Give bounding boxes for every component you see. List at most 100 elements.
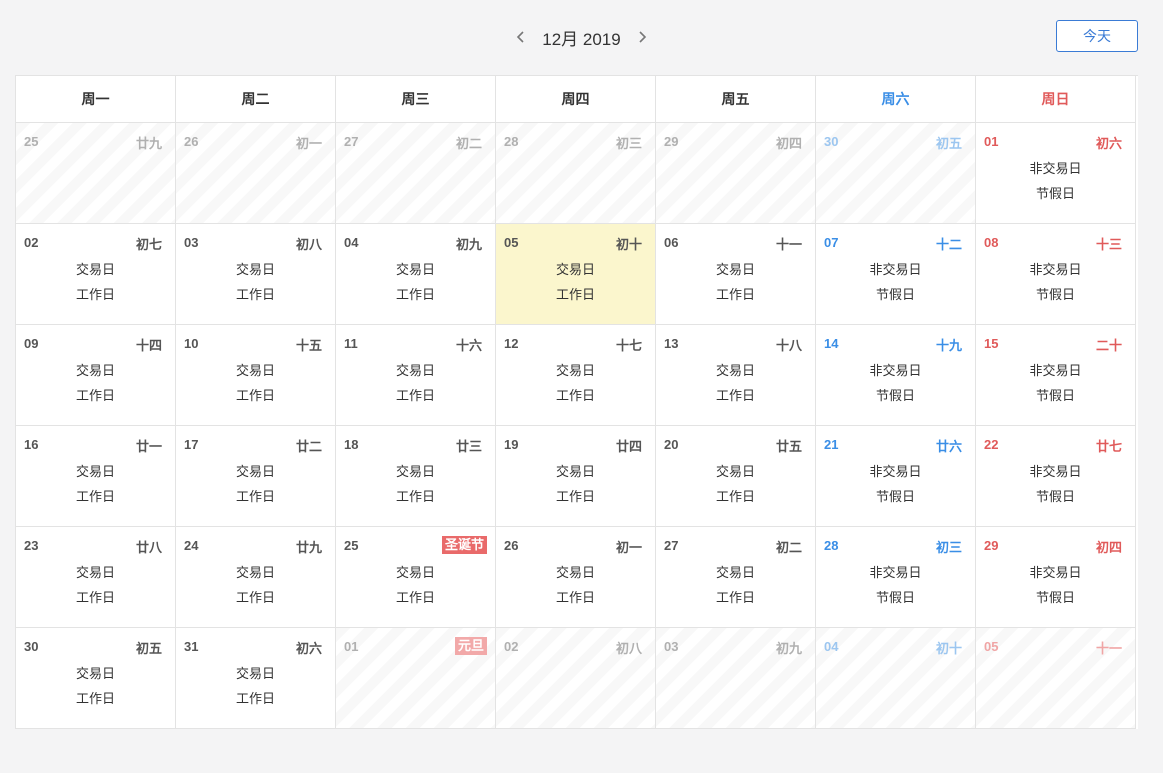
trading-status: 非交易日	[869, 565, 922, 580]
day-cell[interactable]: 08 十三 非交易日 节假日	[976, 224, 1136, 325]
lunar-date: 十二	[935, 237, 962, 252]
lunar-date: 廿三	[455, 439, 482, 454]
today-button[interactable]: 今天	[1056, 20, 1138, 52]
day-number: 16	[24, 437, 39, 452]
day-cell[interactable]: 30 初五	[816, 123, 976, 224]
day-cell[interactable]: 30 初五 交易日 工作日	[16, 628, 176, 729]
chevron-right-icon	[639, 31, 646, 43]
day-cell[interactable]: 07 十二 非交易日 节假日	[816, 224, 976, 325]
lunar-date: 廿九	[135, 136, 162, 151]
day-cell[interactable]: 02 初七 交易日 工作日	[16, 224, 176, 325]
day-cell[interactable]: 05 十一	[976, 628, 1136, 729]
day-number: 25	[24, 134, 39, 149]
week-row: 09 十四 交易日 工作日 10 十五 交易日 工作日 11 十六 交易日 工作日 12 十七 交易日 工作日…	[16, 325, 1138, 426]
day-cell[interactable]: 02 初八	[496, 628, 656, 729]
weekday-header: 周四	[496, 76, 656, 123]
day-cell[interactable]: 29 初四 非交易日 节假日	[976, 527, 1136, 628]
workday-status: 节假日	[1035, 590, 1075, 605]
day-cell[interactable]: 29 初四	[656, 123, 816, 224]
day-number: 26	[504, 538, 519, 553]
day-cell[interactable]: 16 廿一 交易日 工作日	[16, 426, 176, 527]
trading-status: 交易日	[395, 363, 435, 378]
trading-status: 交易日	[235, 363, 275, 378]
workday-status: 工作日	[235, 590, 275, 605]
trading-status: 交易日	[555, 565, 595, 580]
day-cell[interactable]: 06 十一 交易日 工作日	[656, 224, 816, 325]
workday-status: 节假日	[875, 590, 915, 605]
day-cell[interactable]: 22 廿七 非交易日 节假日	[976, 426, 1136, 527]
day-cell[interactable]: 12 十七 交易日 工作日	[496, 325, 656, 426]
day-cell[interactable]: 04 初十	[816, 628, 976, 729]
day-cell[interactable]: 17 廿二 交易日 工作日	[176, 426, 336, 527]
day-cell[interactable]: 26 初一 交易日 工作日	[496, 527, 656, 628]
prev-month-button[interactable]	[510, 26, 532, 48]
day-cell[interactable]: 20 廿五 交易日 工作日	[656, 426, 816, 527]
workday-status: 工作日	[395, 489, 435, 504]
day-cell[interactable]: 09 十四 交易日 工作日	[16, 325, 176, 426]
weekday-header-row: 周一 周二 周三 周四 周五 周六 周日	[16, 76, 1138, 123]
day-cell[interactable]: 03 初九	[656, 628, 816, 729]
day-number: 01	[984, 134, 999, 149]
day-cell[interactable]: 05 初十 交易日 工作日	[496, 224, 656, 325]
lunar-date: 十五	[295, 338, 322, 353]
day-cell[interactable]: 14 十九 非交易日 节假日	[816, 325, 976, 426]
workday-status: 工作日	[75, 691, 115, 706]
workday-status: 工作日	[235, 691, 275, 706]
day-number: 13	[664, 336, 679, 351]
day-cell[interactable]: 26 初一	[176, 123, 336, 224]
day-cell[interactable]: 01 初六 非交易日 节假日	[976, 123, 1136, 224]
lunar-date: 初七	[135, 237, 162, 252]
day-cell[interactable]: 03 初八 交易日 工作日	[176, 224, 336, 325]
lunar-date: 十六	[455, 338, 482, 353]
day-number: 18	[344, 437, 359, 452]
workday-status: 节假日	[1035, 186, 1075, 201]
lunar-date: 廿一	[135, 439, 162, 454]
day-number: 28	[504, 134, 519, 149]
lunar-date: 初九	[455, 237, 482, 252]
weekday-header: 周三	[336, 76, 496, 123]
day-cell[interactable]: 28 初三 非交易日 节假日	[816, 527, 976, 628]
day-number: 27	[664, 538, 679, 553]
day-cell[interactable]: 15 二十 非交易日 节假日	[976, 325, 1136, 426]
day-number: 30	[824, 134, 839, 149]
next-month-button[interactable]	[631, 26, 653, 48]
day-cell[interactable]: 27 初二	[336, 123, 496, 224]
lunar-date: 初一	[615, 540, 642, 555]
day-cell[interactable]: 27 初二 交易日 工作日	[656, 527, 816, 628]
lunar-date: 十七	[615, 338, 642, 353]
chevron-left-icon	[517, 31, 524, 43]
lunar-date: 十三	[1095, 237, 1122, 252]
day-cell[interactable]: 23 廿八 交易日 工作日	[16, 527, 176, 628]
day-cell[interactable]: 19 廿四 交易日 工作日	[496, 426, 656, 527]
day-cell[interactable]: 13 十八 交易日 工作日	[656, 325, 816, 426]
workday-status: 工作日	[715, 489, 755, 504]
workday-status: 工作日	[555, 287, 595, 302]
workday-status: 工作日	[715, 590, 755, 605]
day-cell[interactable]: 10 十五 交易日 工作日	[176, 325, 336, 426]
day-number: 03	[184, 235, 199, 250]
day-cell[interactable]: 25 圣诞节 交易日 工作日	[336, 527, 496, 628]
workday-status: 工作日	[235, 287, 275, 302]
day-number: 31	[184, 639, 199, 654]
day-cell[interactable]: 11 十六 交易日 工作日	[336, 325, 496, 426]
day-number: 27	[344, 134, 359, 149]
weekday-header: 周五	[656, 76, 816, 123]
day-number: 14	[824, 336, 839, 351]
day-cell[interactable]: 01 元旦	[336, 628, 496, 729]
day-cell[interactable]: 04 初九 交易日 工作日	[336, 224, 496, 325]
lunar-date: 初六	[1095, 136, 1122, 151]
day-number: 23	[24, 538, 39, 553]
day-number: 29	[984, 538, 999, 553]
day-cell[interactable]: 31 初六 交易日 工作日	[176, 628, 336, 729]
day-cell[interactable]: 18 廿三 交易日 工作日	[336, 426, 496, 527]
day-cell[interactable]: 28 初三	[496, 123, 656, 224]
day-cell[interactable]: 24 廿九 交易日 工作日	[176, 527, 336, 628]
trading-status: 非交易日	[1029, 262, 1082, 277]
day-cell[interactable]: 21 廿六 非交易日 节假日	[816, 426, 976, 527]
weekday-header: 周二	[176, 76, 336, 123]
trading-status: 非交易日	[869, 262, 922, 277]
day-cell[interactable]: 25 廿九	[16, 123, 176, 224]
lunar-date: 初九	[775, 641, 802, 656]
lunar-date: 廿八	[135, 540, 162, 555]
lunar-date: 初三	[615, 136, 642, 151]
